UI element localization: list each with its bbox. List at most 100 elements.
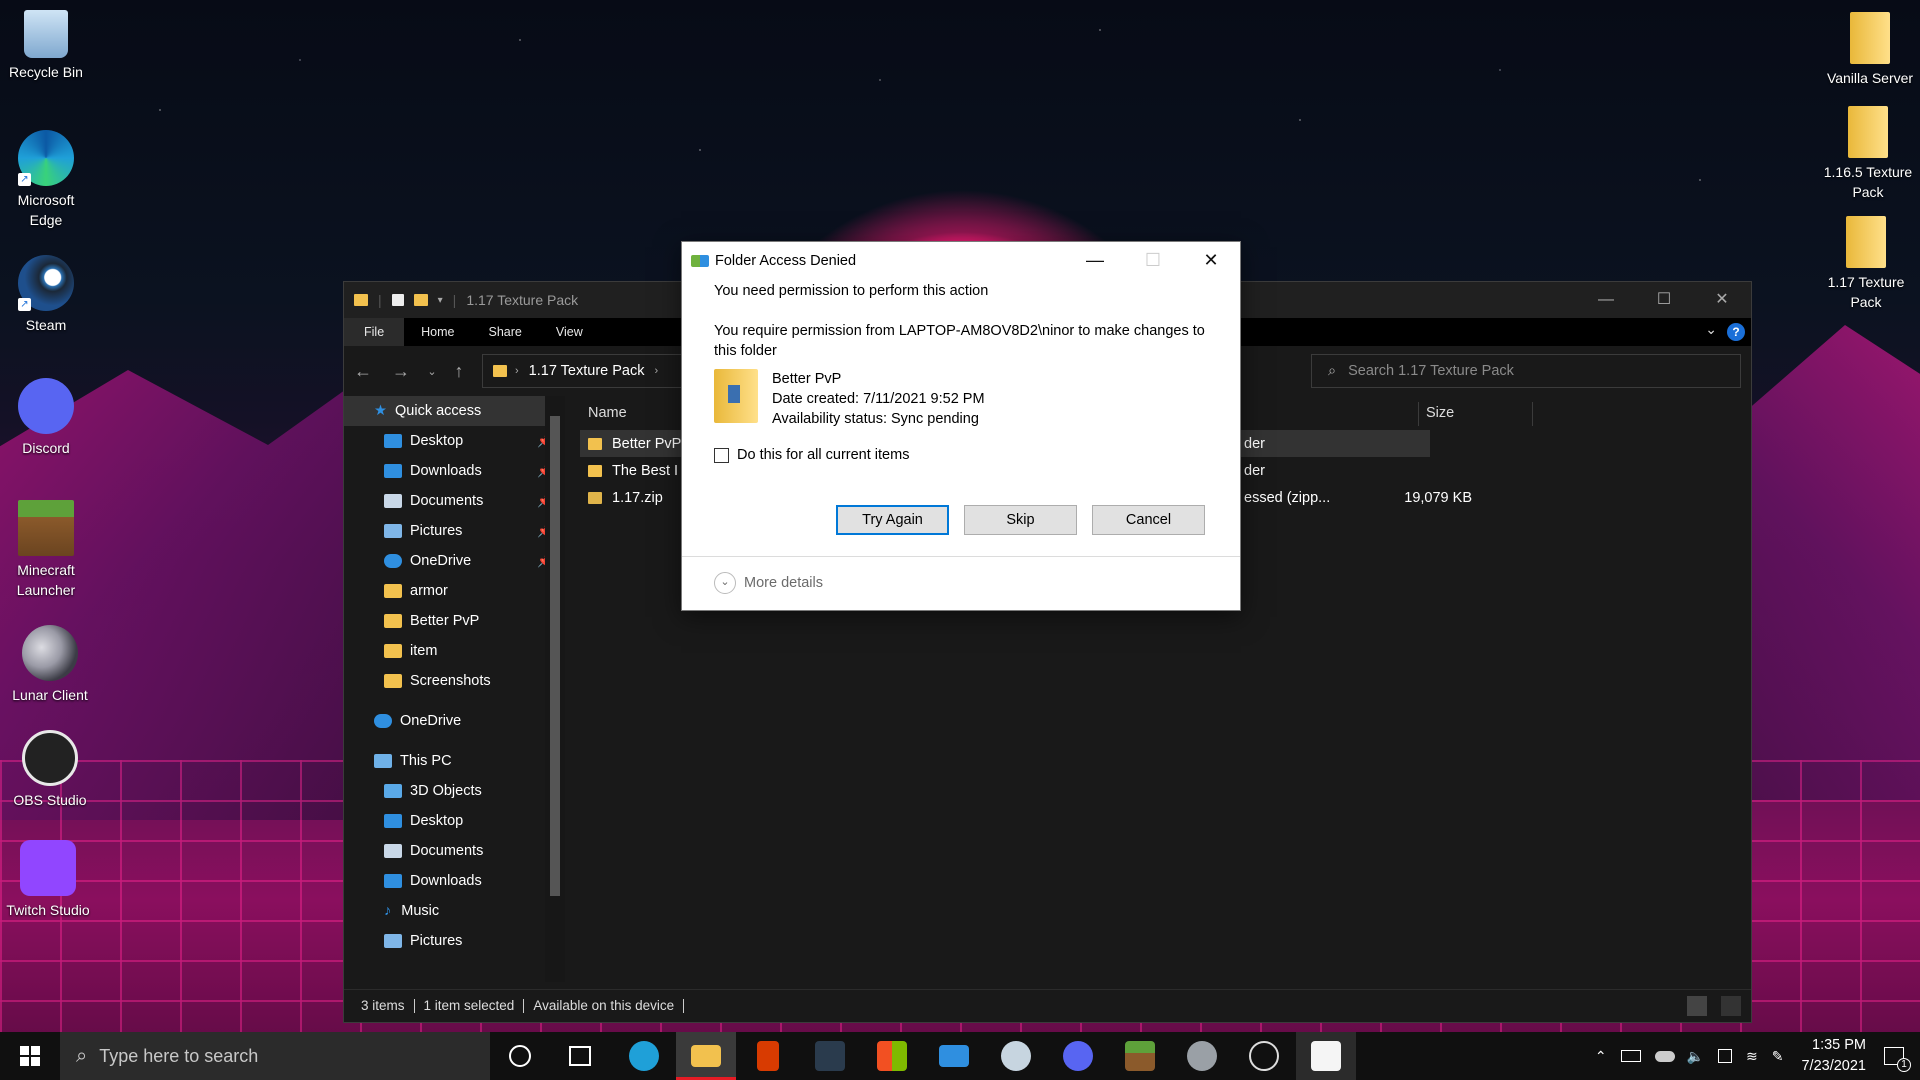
taskbar-office[interactable] (738, 1032, 798, 1080)
taskbar-search-box[interactable]: ⌕ Type here to search (60, 1032, 490, 1080)
column-size[interactable]: Size (1426, 405, 1454, 421)
desktop-icon-obs-studio[interactable]: OBS Studio (4, 730, 96, 810)
minimize-button[interactable]: — (1577, 282, 1635, 318)
show-hidden-icons-icon[interactable]: ⌃ (1595, 1048, 1607, 1065)
desktop-icon-discord[interactable]: Discord (0, 378, 92, 458)
scrollbar-thumb[interactable] (550, 416, 560, 896)
nav-onedrive-pinned[interactable]: OneDrive 📌 (344, 546, 564, 576)
nav-3d-objects[interactable]: 3D Objects (344, 776, 564, 806)
desktop-icon-twitch-studio[interactable]: Twitch Studio (2, 840, 94, 920)
more-details-label: More details (744, 575, 823, 591)
ribbon-expand-icon[interactable]: ⌄ (1705, 321, 1717, 338)
maximize-button[interactable]: ☐ (1635, 282, 1693, 318)
desktop-icon-1-17-texture-pack[interactable]: 1.17 Texture Pack (1820, 216, 1912, 312)
dialog-close-button[interactable]: ✕ (1182, 242, 1240, 280)
desktop-icon-minecraft-launcher[interactable]: Minecraft Launcher (0, 500, 92, 600)
search-box[interactable]: ⌕ Search 1.17 Texture Pack (1311, 354, 1741, 388)
nav-pc-documents[interactable]: Documents (344, 836, 564, 866)
new-folder-icon[interactable] (413, 294, 428, 306)
folder-icon (588, 437, 602, 450)
taskbar-edge[interactable] (614, 1032, 674, 1080)
nav-label: item (410, 643, 438, 659)
taskbar-file-explorer[interactable] (676, 1032, 736, 1080)
column-name[interactable]: Name (588, 405, 627, 421)
apply-all-label[interactable]: Do this for all current items (737, 445, 909, 465)
nav-screenshots[interactable]: Screenshots (344, 666, 564, 696)
column-divider (1532, 402, 1533, 426)
nav-pc-desktop[interactable]: Desktop (344, 806, 564, 836)
taskbar-lunar-client[interactable] (1172, 1032, 1232, 1080)
task-view-button[interactable] (550, 1032, 610, 1080)
tab-home[interactable]: Home (404, 318, 471, 346)
taskbar-mail[interactable] (924, 1032, 984, 1080)
folder-icon (1848, 106, 1888, 158)
tab-share[interactable]: Share (472, 318, 539, 346)
taskbar-java[interactable] (1296, 1032, 1356, 1080)
taskbar-steam[interactable] (986, 1032, 1046, 1080)
wifi-icon[interactable]: ≋ (1746, 1048, 1758, 1065)
quick-access-dropdown-icon[interactable]: ▾ (438, 295, 443, 306)
nav-item[interactable]: item (344, 636, 564, 666)
nav-label: OneDrive (400, 713, 462, 729)
back-button[interactable]: ← (344, 361, 382, 382)
taskbar-minecraft[interactable] (1110, 1032, 1170, 1080)
properties-icon[interactable] (391, 294, 404, 306)
nav-pictures[interactable]: Pictures 📌 (344, 516, 564, 546)
nav-downloads[interactable]: Downloads 📌 (344, 456, 564, 486)
nav-music[interactable]: ♪ Music (344, 896, 564, 926)
dialog-minimize-button[interactable]: — (1066, 242, 1124, 280)
nav-desktop[interactable]: Desktop 📌 (344, 426, 564, 456)
taskbar-discord[interactable] (1048, 1032, 1108, 1080)
up-button[interactable]: ↑ (444, 361, 474, 382)
nav-this-pc[interactable]: This PC (344, 746, 564, 776)
navigation-scrollbar[interactable] (545, 396, 565, 982)
onedrive-tray-icon[interactable] (1654, 1050, 1675, 1062)
nav-documents[interactable]: Documents 📌 (344, 486, 564, 516)
desktop-icon-edge[interactable]: ↗ Microsoft Edge (0, 130, 92, 230)
battery-icon[interactable] (1620, 1050, 1641, 1062)
desktop-icon-label: Steam (25, 317, 67, 333)
desktop-icon-lunar-client[interactable]: Lunar Client (4, 625, 96, 705)
nav-label: Downloads (410, 463, 482, 479)
taskbar-predator-sense[interactable] (800, 1032, 860, 1080)
apply-all-checkbox[interactable] (714, 447, 729, 463)
nav-onedrive[interactable]: OneDrive (344, 706, 564, 736)
taskbar-obs[interactable] (1234, 1032, 1294, 1080)
nav-label: Documents (410, 843, 484, 859)
recent-locations-icon[interactable]: ⌄ (420, 365, 444, 378)
search-icon: ⌕ (76, 1044, 88, 1067)
obs-icon (22, 730, 78, 786)
taskbar-store[interactable] (862, 1032, 922, 1080)
folder-icon (714, 369, 758, 423)
pen-icon[interactable]: ✎ (1772, 1048, 1784, 1065)
more-details-toggle[interactable]: ⌄ More details (714, 572, 823, 594)
help-icon[interactable]: ? (1727, 323, 1745, 341)
nav-armor[interactable]: armor (344, 576, 564, 606)
desktop-icon-steam[interactable]: ↗ Steam (0, 255, 92, 335)
separator: | (378, 292, 382, 308)
notifications-icon[interactable]: 1 (1884, 1047, 1911, 1072)
nav-pc-downloads[interactable]: Downloads (344, 866, 564, 896)
start-button[interactable] (0, 1032, 60, 1080)
meet-now-icon[interactable] (1718, 1049, 1733, 1063)
nav-quick-access[interactable]: ★ Quick access (344, 396, 564, 426)
desktop-icon-1-16-5-texture-pack[interactable]: 1.16.5 Texture Pack (1822, 106, 1914, 202)
cortana-button[interactable] (490, 1032, 550, 1080)
discord-icon (1063, 1041, 1093, 1071)
volume-icon[interactable]: 🔈 (1687, 1048, 1704, 1065)
forward-button[interactable]: → (382, 361, 420, 382)
tab-view[interactable]: View (539, 318, 600, 346)
nav-better-pvp[interactable]: Better PvP (344, 606, 564, 636)
large-icons-view-icon[interactable] (1721, 996, 1741, 1016)
cancel-button[interactable]: Cancel (1092, 505, 1205, 535)
details-view-icon[interactable] (1687, 996, 1707, 1016)
tab-file[interactable]: File (344, 318, 405, 346)
skip-button[interactable]: Skip (964, 505, 1077, 535)
desktop-icon-recycle-bin[interactable]: Recycle Bin (0, 10, 92, 82)
close-button[interactable]: ✕ (1693, 282, 1751, 318)
desktop-icon-label: OBS Studio (13, 792, 87, 808)
clock[interactable]: 1:35 PM 7/23/2021 (1801, 1035, 1866, 1077)
try-again-button[interactable]: Try Again (836, 505, 949, 535)
nav-pc-pictures[interactable]: Pictures (344, 926, 564, 956)
desktop-icon-vanilla-server[interactable]: Vanilla Server (1824, 12, 1916, 88)
